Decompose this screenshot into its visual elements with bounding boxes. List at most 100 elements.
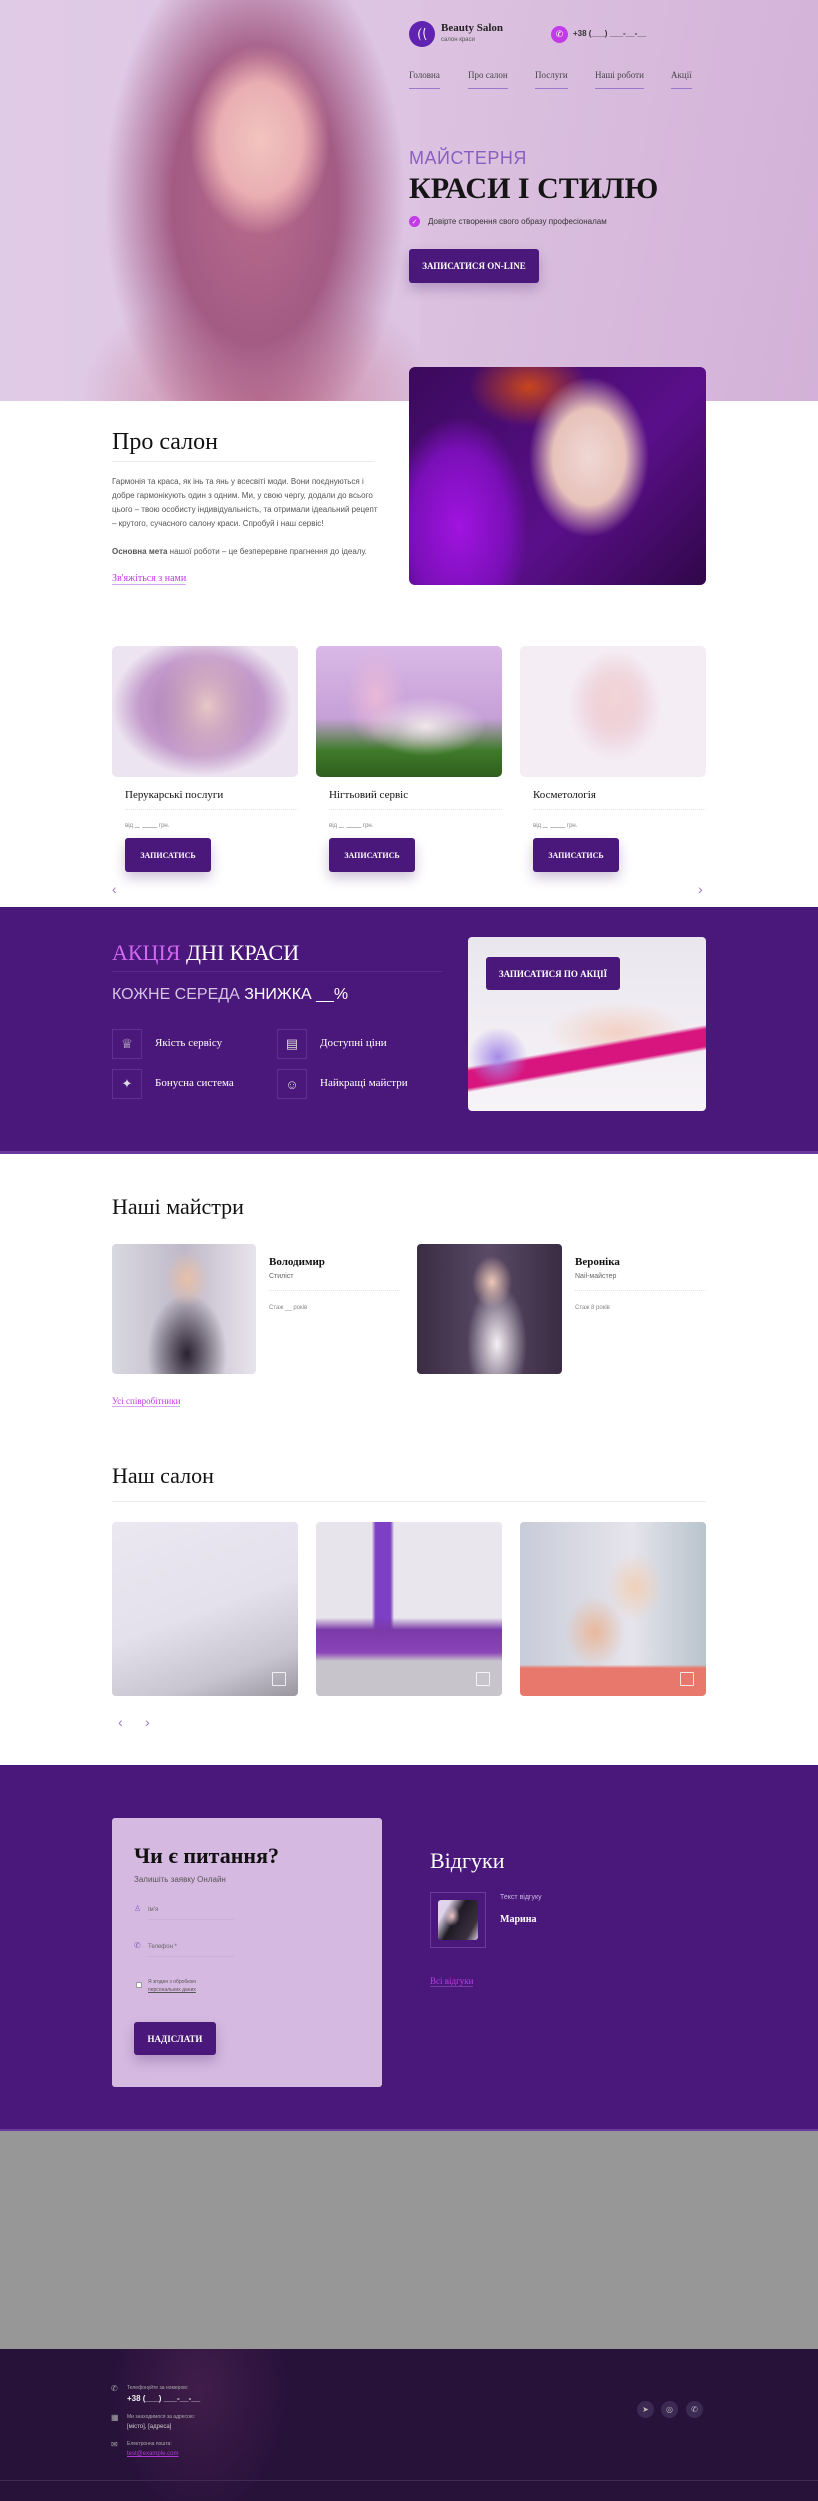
review-avatar [438,1900,478,1940]
consent-checkbox[interactable] [136,1982,142,1988]
service-price: від _ ___ грн. [125,819,169,829]
review-author: Марина [500,1914,537,1925]
footer-address: [місто], [адреса] [127,2424,172,2430]
footer-phone-label: Телефонуйте за номером: [127,2385,189,2391]
expand-icon[interactable] [272,1672,286,1686]
promo-title-accent: АКЦІЯ [112,940,181,965]
nav-home[interactable]: Головна [409,70,440,89]
master-name: Володимир [269,1256,325,1268]
service-title: Нігтьовий сервіс [329,789,409,801]
book-service-button[interactable]: ЗАПИСАТИСЬ [125,838,211,872]
feature-label: Найкращі майстри [320,1077,408,1089]
logo-icon[interactable] [409,21,435,47]
nav-services[interactable]: Послуги [535,70,568,89]
masters-title: Наші майстри [112,1194,244,1219]
submit-button[interactable]: НАДІСЛАТИ [134,2022,216,2055]
master-role: Nail-майстер [575,1273,617,1280]
hero-title: КРАСИ І СТИЛЮ [409,172,659,205]
footer-phone[interactable]: +38 (___) ___-__-__ [127,2394,200,2403]
brand-tagline: салон краси [441,37,475,43]
review-text: Текст відгуку [500,1894,542,1901]
gallery-next-arrow-icon[interactable]: › [145,1714,150,1730]
contact-subtitle: Залишіть заявку Онлайн [134,1875,226,1884]
phone-input[interactable]: Телефон * [148,1944,234,1957]
nav-works[interactable]: Наші роботи [595,70,644,89]
service-image-cosmetology[interactable] [520,646,706,777]
book-service-button[interactable]: ЗАПИСАТИСЬ [533,838,619,872]
about-goal-text: нашої роботи – це безперервне прагнення … [167,547,367,556]
gallery-divider [112,1501,706,1502]
instagram-icon[interactable]: ◎ [661,2401,678,2418]
price-currency: грн. [566,823,578,829]
master-name: Вероніка [575,1256,620,1268]
feature-label: Бонусна система [155,1077,234,1089]
phone-icon: ✆ [134,1941,141,1950]
service-image-nails[interactable] [316,646,502,777]
price-currency: грн. [158,823,170,829]
name-input[interactable]: Ім'я [148,1907,234,1920]
price-value: _ ___ [134,819,158,829]
promo-divider [112,971,442,972]
price-value: _ ___ [338,819,362,829]
about-goal-bold: Основна мета [112,547,168,556]
master-photo[interactable] [417,1244,562,1374]
masters-icon: ☺ [277,1069,307,1099]
viber-icon[interactable]: ✆ [551,26,568,43]
gallery-image[interactable] [520,1522,706,1696]
master-photo[interactable] [112,1244,256,1374]
price-prefix: від [533,823,542,829]
privacy-link[interactable]: персональних даних [148,1986,196,1994]
feature-label: Доступні ціни [320,1037,387,1049]
gallery-image[interactable] [112,1522,298,1696]
page: Beauty Salon салон краси ✆ +38 (___) ___… [0,0,818,2501]
services-prev-arrow-icon[interactable]: ‹ [112,881,117,897]
book-promo-button[interactable]: ЗАПИСАТИСЯ ПО АКЦІЇ [486,957,620,990]
book-service-button[interactable]: ЗАПИСАТИСЬ [329,838,415,872]
about-paragraph: Гармонія та краса, як інь та янь у всесв… [112,477,378,528]
promo-subtitle: КОЖНЕ СЕРЕДА ЗНИЖКА __% [112,986,348,1004]
services-next-arrow-icon[interactable]: › [698,881,703,897]
all-staff-link[interactable]: Усі співробітники [112,1396,181,1407]
footer-email-label: Електронна пошта: [127,2441,172,2447]
hero-kicker: МАЙСТЕРНЯ [409,148,527,168]
hero-model-image [0,0,420,401]
master-experience: Стаж 8 років [575,1305,610,1311]
whatsapp-icon[interactable]: ✆ [686,2401,703,2418]
all-reviews-link[interactable]: Всі відгуки [430,1976,474,1987]
service-divider [125,809,298,810]
consent-text: Я згоден з обробкою [148,1979,197,1985]
header-phone[interactable]: +38 (___) ___-__-__ [573,29,646,38]
gallery-prev-arrow-icon[interactable]: ‹ [118,1714,123,1730]
consent-label: Я згоден з обробкою персональних даних [148,1978,196,1994]
telegram-icon[interactable]: ➤ [637,2401,654,2418]
about-title: Про салон [112,429,218,455]
expand-icon[interactable] [680,1672,694,1686]
nav-about[interactable]: Про салон [468,70,508,89]
expand-icon[interactable] [476,1672,490,1686]
master-divider [269,1290,400,1291]
reviews-title: Відгуки [430,1848,505,1873]
service-image-hair[interactable] [112,646,298,777]
service-price: від _ ___ грн. [533,819,577,829]
nav-promotions[interactable]: Акції [671,70,692,89]
book-online-button[interactable]: ЗАПИСАТИСЯ ON-LINE [409,249,539,283]
footer-email[interactable]: test@example.com [127,2451,178,2457]
service-price: від _ ___ грн. [329,819,373,829]
promo-discount: ЗНИЖКА __% [244,986,349,1003]
gallery-title: Наш салон [112,1463,214,1488]
master-role: Стиліст [269,1273,294,1280]
service-title: Перукарські послуги [125,789,224,801]
footer-address-label: Ми знаходимося за адресою: [127,2414,196,2420]
map-placeholder [0,2131,818,2349]
gallery-image[interactable] [316,1522,502,1696]
hero-check-text: Довірте створення свого образу професіон… [428,217,607,226]
bonus-icon: ✦ [112,1069,142,1099]
footer-phone-icon: ✆ [111,2384,118,2393]
quality-icon: ♕ [112,1029,142,1059]
contact-title: Чи є питання? [134,1843,280,1868]
master-divider [575,1290,706,1291]
brand-name: Beauty Salon [441,22,504,34]
service-divider [533,809,706,810]
price-value: _ ___ [542,819,566,829]
contact-us-link[interactable]: Зв'яжіться з нами [112,573,187,585]
